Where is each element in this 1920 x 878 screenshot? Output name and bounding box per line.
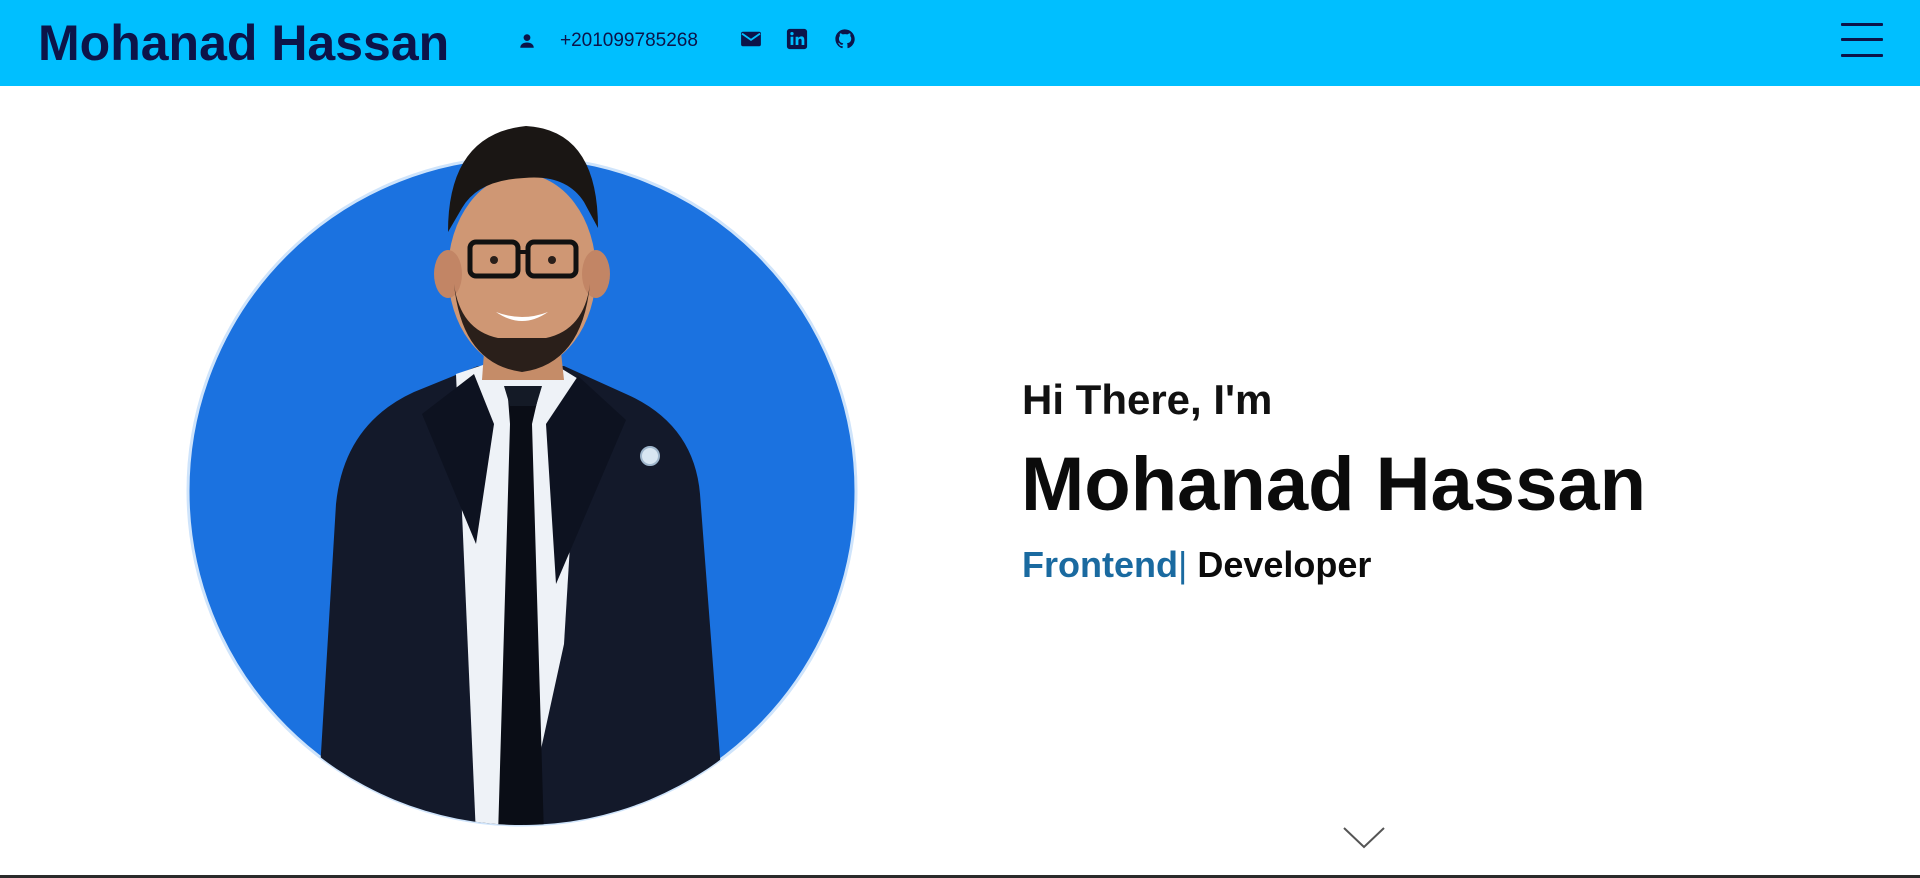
contact-phone: +201099785268 <box>516 25 698 57</box>
role-static-text: Developer <box>1187 544 1372 585</box>
chevron-down-icon[interactable] <box>1342 826 1386 850</box>
email-icon[interactable] <box>738 27 764 51</box>
hero-role: Frontend| Developer <box>1022 542 1371 588</box>
profile-photo <box>186 124 858 836</box>
role-typed-text: Frontend <box>1022 544 1178 585</box>
person-icon <box>516 30 538 52</box>
menu-bar <box>1841 38 1883 41</box>
menu-bar <box>1841 54 1883 57</box>
hero-name: Mohanad Hassan <box>1021 442 1647 527</box>
linkedin-icon[interactable] <box>785 27 809 51</box>
hero-greeting: Hi There, I'm <box>1022 376 1273 423</box>
menu-bar <box>1841 23 1883 26</box>
typing-caret: | <box>1177 544 1188 585</box>
github-icon[interactable] <box>833 27 857 51</box>
brand-logo-text[interactable]: Mohanad Hassan <box>38 14 449 72</box>
top-navbar: Mohanad Hassan +201099785268 <box>0 0 1920 86</box>
hamburger-menu-icon[interactable] <box>1841 23 1883 57</box>
phone-number: +201099785268 <box>560 30 698 51</box>
